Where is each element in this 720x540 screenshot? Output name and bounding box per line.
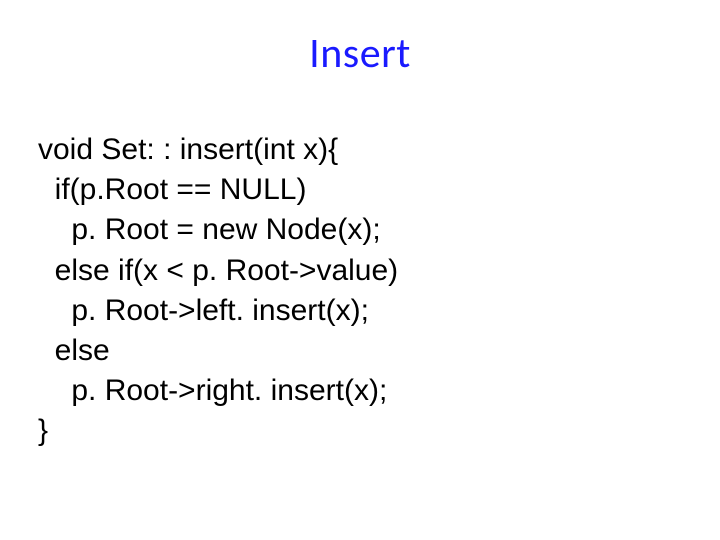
slide: Insert void Set: : insert(int x){ if(p.R… [0, 0, 720, 540]
code-line: p. Root->right. insert(x); [38, 374, 387, 407]
code-line: p. Root = new Node(x); [38, 213, 381, 246]
code-line: } [38, 414, 48, 447]
code-line: else [38, 334, 110, 367]
code-line: if(p.Root == NULL) [38, 173, 306, 206]
code-line: p. Root->left. insert(x); [38, 294, 369, 327]
slide-title: Insert [0, 28, 720, 79]
code-block: void Set: : insert(int x){ if(p.Root == … [38, 130, 398, 452]
code-line: else if(x < p. Root->value) [38, 254, 398, 287]
code-line: void Set: : insert(int x){ [38, 133, 338, 166]
